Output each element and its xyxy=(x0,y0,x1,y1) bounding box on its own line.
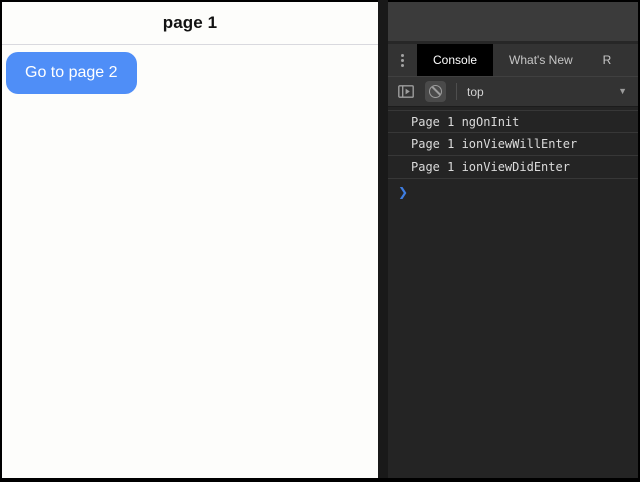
tab-partial[interactable]: R xyxy=(589,44,612,76)
console-message: Page 1 ionViewWillEnter xyxy=(388,133,638,156)
block-sign-icon xyxy=(429,85,442,98)
devtools-tab-bar: Console What's New R xyxy=(388,44,638,76)
app-content: Go to page 2 xyxy=(2,45,378,94)
pane-divider xyxy=(378,0,388,478)
kebab-menu-icon[interactable] xyxy=(388,44,417,76)
console-message: Page 1 ionViewDidEnter xyxy=(388,156,638,179)
app-header: page 1 xyxy=(2,2,378,45)
chevron-down-icon[interactable]: ▼ xyxy=(618,87,631,96)
console-sidebar-toggle-icon[interactable] xyxy=(395,82,417,102)
console-toolbar: top ▼ xyxy=(388,76,638,107)
devtools-empty-area xyxy=(388,2,638,44)
devtools-panel: Console What's New R top ▼ Page 1 ngOnIn… xyxy=(388,2,638,478)
toolbar-separator xyxy=(456,83,457,100)
tab-whats-new[interactable]: What's New xyxy=(493,44,589,76)
app-preview-pane: page 1 Go to page 2 xyxy=(2,2,378,478)
console-prompt[interactable]: ❯ xyxy=(388,179,638,204)
prompt-chevron-icon: ❯ xyxy=(398,185,408,199)
console-message: Page 1 ngOnInit xyxy=(388,110,638,133)
context-selector[interactable]: top xyxy=(467,85,484,99)
clear-console-icon[interactable] xyxy=(425,81,446,102)
go-to-page-2-button[interactable]: Go to page 2 xyxy=(6,52,137,94)
console-output: Page 1 ngOnInit Page 1 ionViewWillEnter … xyxy=(388,107,638,478)
page-title: page 1 xyxy=(163,13,217,33)
tab-console[interactable]: Console xyxy=(417,44,493,76)
